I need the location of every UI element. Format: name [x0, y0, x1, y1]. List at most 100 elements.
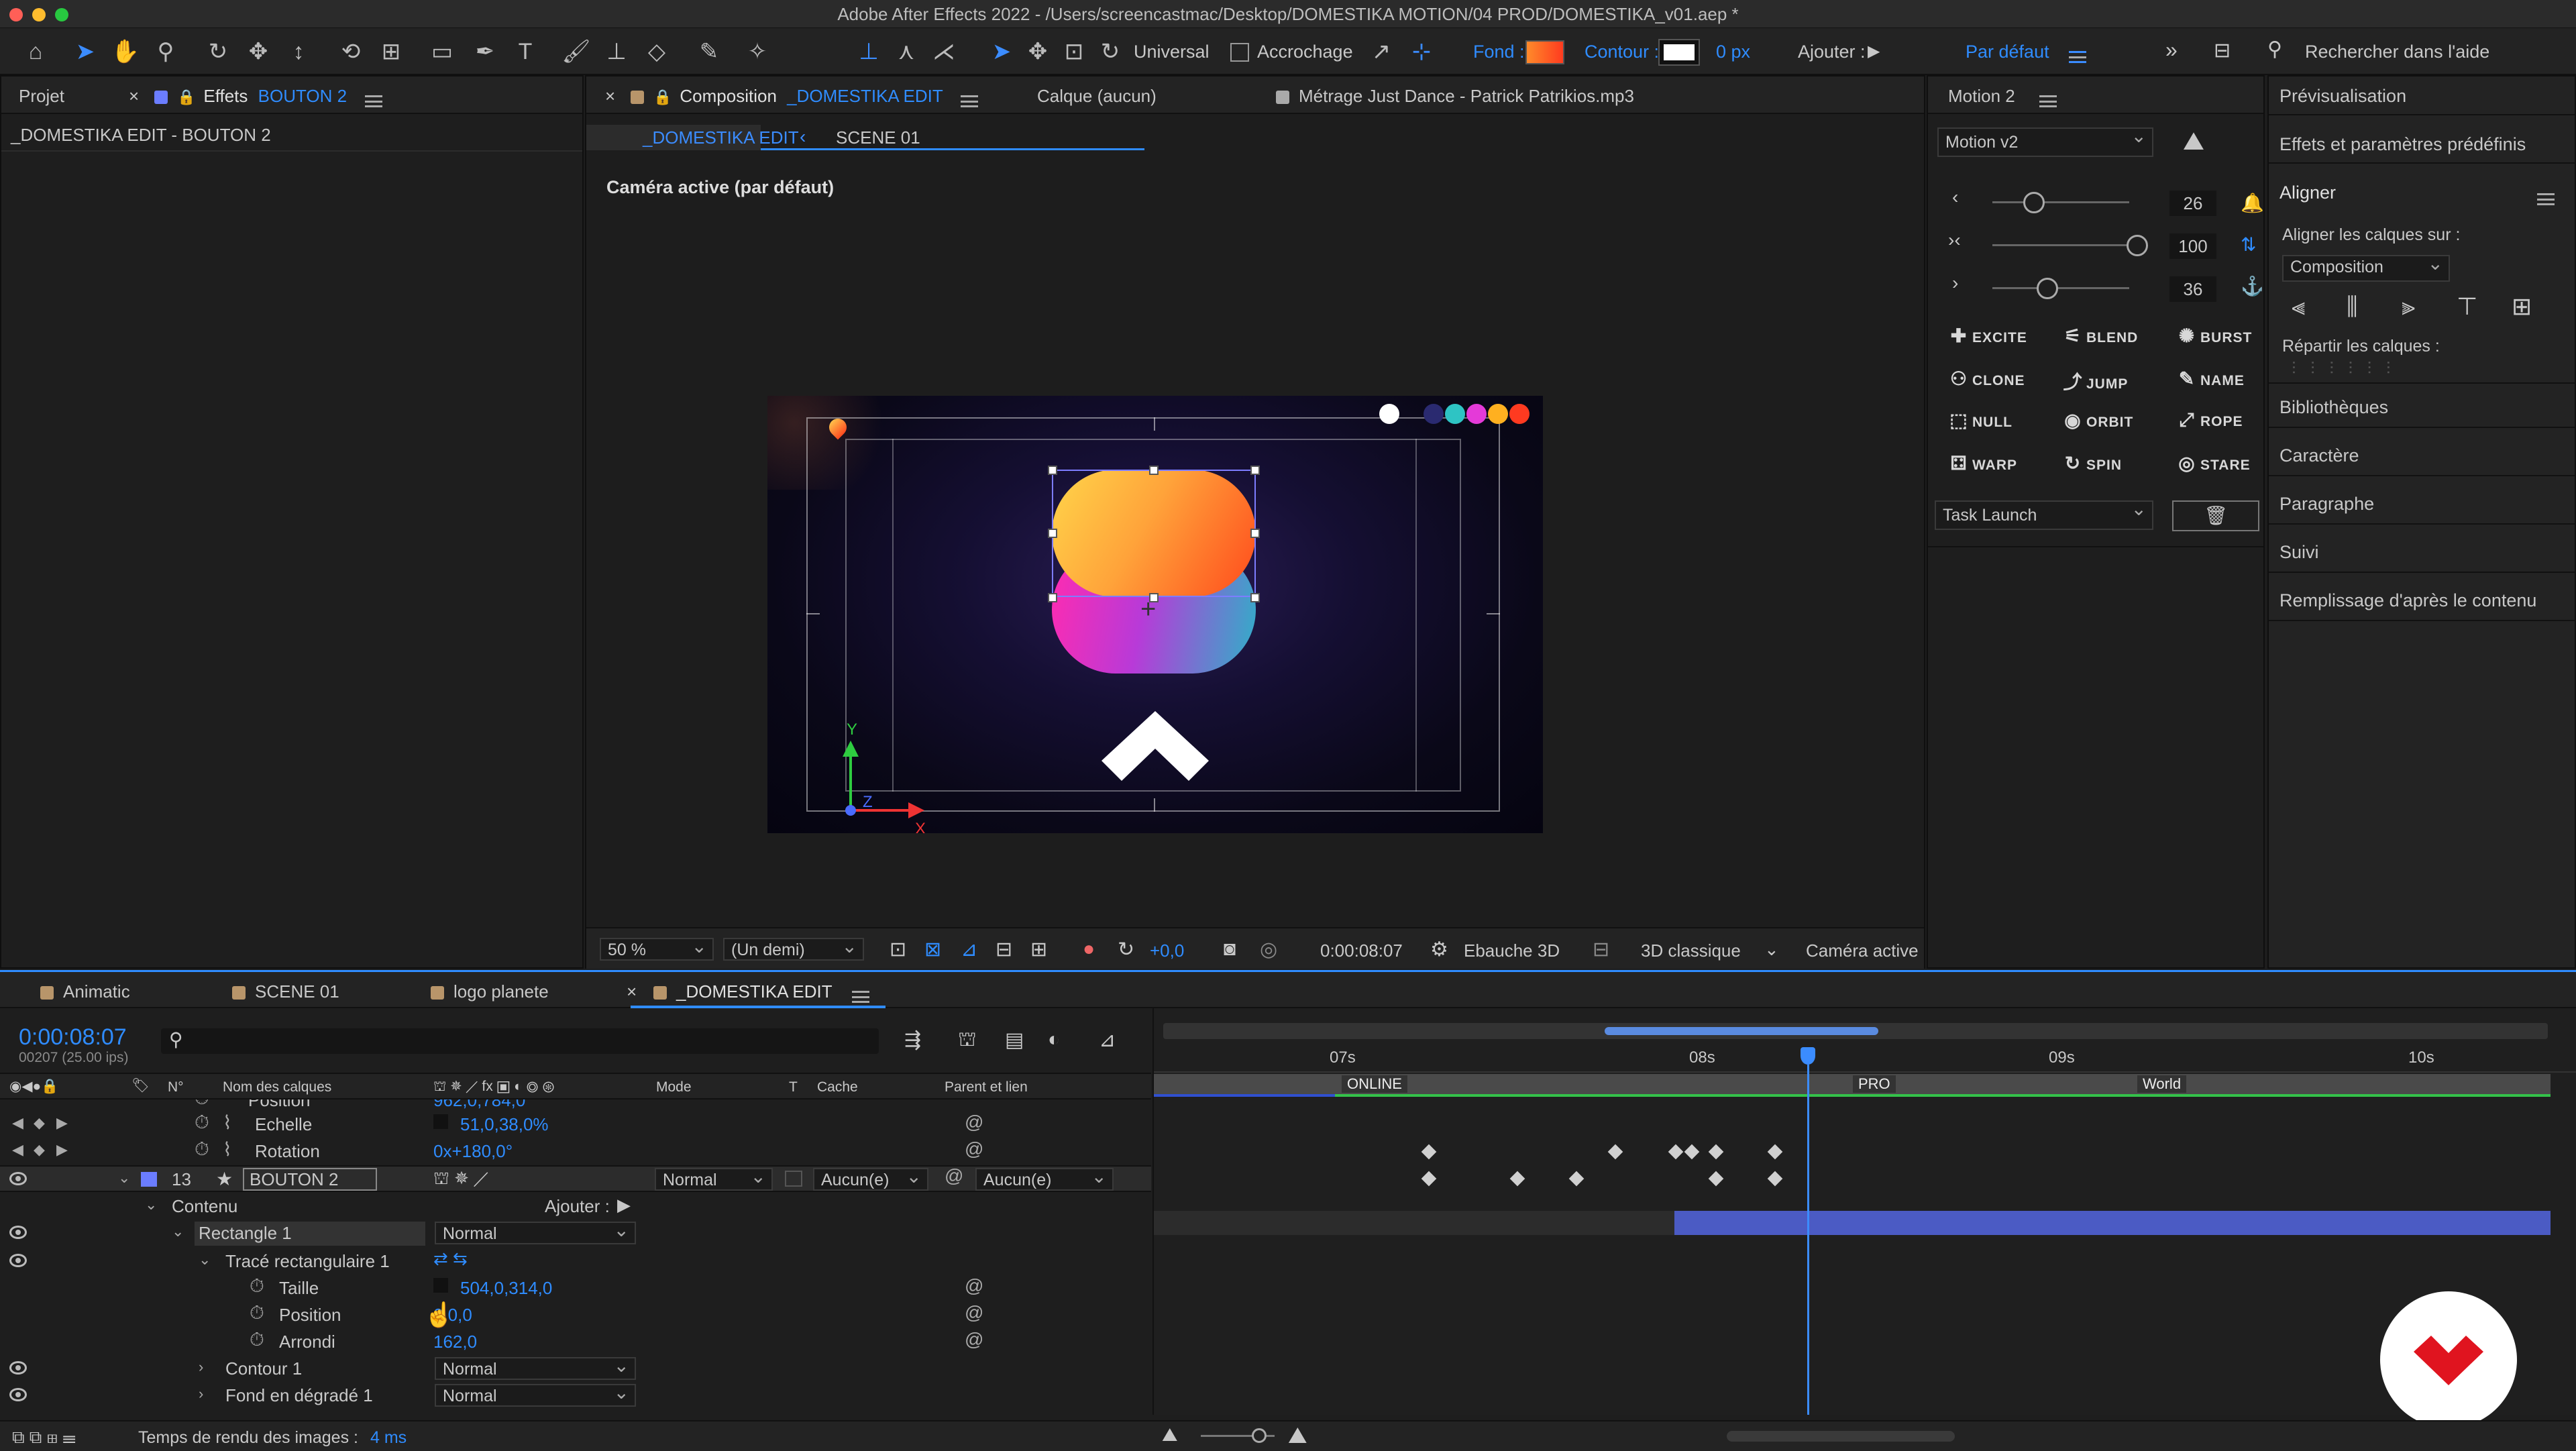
timeline-graph[interactable]: 07s 08s 09s 10s ONLINE PRO World	[1152, 1008, 2576, 1447]
rotate-tool-icon[interactable]: ⟲	[335, 36, 366, 67]
blend-mode-dropdown[interactable]: Normal	[655, 1165, 773, 1191]
marker-pro[interactable]: PRO	[1853, 1075, 1896, 1093]
slider-3-thumb[interactable]	[2037, 278, 2058, 299]
align-menu-icon[interactable]	[2537, 188, 2555, 209]
time-ruler[interactable]: 07s 08s 09s 10s	[1154, 1046, 2576, 1073]
size-value[interactable]: 504,0,314,0	[460, 1278, 552, 1299]
add-arrow-icon[interactable]: ▶	[1868, 42, 1880, 61]
clone-button[interactable]: ⚇ CLONE	[1948, 368, 2025, 390]
slider-3-value[interactable]: 36	[2169, 276, 2216, 302]
prev-keyframe-icon[interactable]: ◀	[12, 1114, 23, 1132]
tab-footage[interactable]: Métrage Just Dance - Patrick Patrikios.m…	[1276, 86, 1634, 107]
keyframe[interactable]	[1767, 1144, 1783, 1160]
motion-preset-dropdown[interactable]: Motion v2	[1937, 125, 2153, 157]
tab-motion[interactable]: Motion 2	[1948, 86, 2015, 107]
add-shape-icon[interactable]: ▶	[617, 1195, 631, 1216]
stroke-color-swatch[interactable]	[1658, 39, 1700, 66]
next-keyframe-icon[interactable]: ▶	[56, 1114, 68, 1132]
keyframe[interactable]	[1708, 1144, 1724, 1160]
slider-1-thumb[interactable]	[2023, 192, 2045, 213]
safe-margins-icon[interactable]: ⊟	[996, 938, 1012, 961]
marker-online[interactable]: ONLINE	[1342, 1075, 1407, 1093]
visibility-eye-icon[interactable]	[9, 1172, 27, 1185]
slider-2-track[interactable]	[1992, 244, 2129, 246]
stopwatch-icon[interactable]: ⏱	[195, 1099, 209, 1110]
help-search-input[interactable]: Rechercher dans l'aide	[2305, 42, 2489, 62]
tab-project[interactable]: Projet	[19, 86, 64, 107]
roto-brush-icon[interactable]: ✎	[694, 36, 724, 67]
keyframe[interactable]	[1568, 1171, 1585, 1187]
trash-button[interactable]: 🗑	[2172, 500, 2259, 531]
align-hcenter-icon[interactable]: ⫼	[2347, 292, 2358, 321]
scale-icon[interactable]: ⊡	[1059, 36, 1089, 67]
show-snapshot-icon[interactable]: ◎	[1260, 938, 1277, 961]
timeline-menu-icon[interactable]	[852, 985, 869, 1006]
marker-world[interactable]: World	[2137, 1075, 2187, 1093]
preview-panel-header[interactable]: Prévisualisation	[2279, 86, 2406, 107]
rectangle-1-label[interactable]: Rectangle 1	[195, 1222, 425, 1246]
keyframe[interactable]	[1668, 1144, 1684, 1160]
tracker-header[interactable]: Suivi	[2279, 542, 2319, 563]
align-to-dropdown[interactable]: Composition	[2282, 252, 2450, 282]
snapshot-icon[interactable]: ◙	[1224, 938, 1236, 961]
pen-tool-icon[interactable]: ✒	[470, 36, 500, 67]
row-stroke-1[interactable]: › Contour 1 Normal	[0, 1354, 1151, 1383]
slider-3-track[interactable]	[1992, 287, 2129, 289]
reset-exposure-icon[interactable]: ↻	[1118, 938, 1134, 961]
effects-presets-header[interactable]: Effets et paramètres prédéfinis	[2279, 134, 2526, 155]
pan-tool-icon[interactable]: ✥	[243, 36, 274, 67]
link-icon[interactable]: ⇅	[2241, 233, 2256, 256]
status-icons[interactable]: ⧉ ⧉ ⊞ ☰	[12, 1427, 76, 1448]
panel-layout-icon[interactable]: ⊟	[2214, 39, 2231, 62]
align-header[interactable]: Aligner	[2279, 182, 2336, 203]
zoom-tool-icon[interactable]: ⚲	[150, 36, 181, 67]
slider-1-value[interactable]: 26	[2169, 191, 2216, 216]
parent-dropdown[interactable]: Aucun(e)	[975, 1165, 1114, 1191]
draft3d-label[interactable]: Ebauche 3D	[1464, 941, 1560, 961]
brush-tool-icon[interactable]: 🖌	[561, 36, 592, 67]
more-workspaces-icon[interactable]: »	[2165, 38, 2178, 62]
selection-handle[interactable]	[1250, 529, 1260, 538]
layer-search-input[interactable]	[161, 1028, 879, 1054]
scale-value[interactable]: 51,0,38,0%	[460, 1114, 549, 1135]
stroke-blend-dropdown[interactable]: Normal	[435, 1354, 636, 1380]
libraries-header[interactable]: Bibliothèques	[2279, 397, 2388, 418]
name-button[interactable]: ✎ NAME	[2176, 368, 2245, 390]
camera-view-dropdown[interactable]: Caméra active	[1806, 941, 1919, 961]
slider-1-track[interactable]	[1992, 201, 2129, 203]
expand-chevron-icon[interactable]: ⌄	[118, 1169, 130, 1187]
color-channels-icon[interactable]: ●	[1083, 938, 1095, 961]
blend-button[interactable]: ⚟ BLEND	[2062, 325, 2138, 347]
comp-timecode[interactable]: 0:00:08:07	[1320, 941, 1403, 961]
selection-tool-icon[interactable]: ➤	[70, 36, 101, 67]
selection-handle[interactable]	[1048, 529, 1057, 538]
preserve-transparency-checkbox[interactable]	[785, 1171, 802, 1187]
tab-scene-01[interactable]: SCENE 01	[232, 981, 339, 1002]
playhead-handle[interactable]	[1801, 1047, 1815, 1065]
motion-blur-icon[interactable]: ◐	[1048, 1028, 1060, 1051]
selection-handle[interactable]	[1048, 466, 1057, 475]
selection-handle[interactable]	[1250, 466, 1260, 475]
panel-menu-icon[interactable]	[365, 90, 382, 111]
universal-selection-icon[interactable]: ➤	[986, 36, 1017, 67]
tab-logo-planete[interactable]: logo planete	[431, 981, 549, 1002]
visibility-eye-icon[interactable]	[9, 1226, 27, 1239]
constrain-proportions-icon[interactable]	[433, 1278, 448, 1293]
work-area-bar[interactable]	[1335, 1094, 2551, 1097]
spin-button[interactable]: ↻ SPIN	[2062, 452, 2122, 474]
expand-chevron-icon[interactable]: ›	[199, 1358, 203, 1376]
hand-tool-icon[interactable]: ✋	[110, 36, 141, 67]
slider-2-value[interactable]: 100	[2169, 233, 2216, 259]
pickwhip-icon[interactable]: @	[965, 1138, 983, 1160]
layer-row-bouton-2[interactable]: ⌄ 13 ★ BOUTON 2 ⛫ ✵ ⟋ Normal Aucun(e) @ …	[0, 1165, 1151, 1192]
crumb-scene-01[interactable]: SCENE 01	[836, 127, 920, 148]
search-icon[interactable]: ⚲	[2267, 38, 2282, 61]
parent-pickwhip-icon[interactable]: @	[945, 1165, 963, 1187]
align-vcenter-icon[interactable]: ⊞	[2512, 292, 2532, 321]
tab-layer[interactable]: Calque (aucun)	[1037, 86, 1157, 107]
horizontal-scrollbar[interactable]	[1727, 1431, 1955, 1442]
exposure-value[interactable]: +0,0	[1150, 941, 1184, 961]
rectangle-blend-dropdown[interactable]: Normal	[435, 1219, 636, 1244]
stopwatch-icon[interactable]: ⏱	[250, 1275, 264, 1297]
frame-blending-icon[interactable]: ▤	[1005, 1028, 1024, 1052]
